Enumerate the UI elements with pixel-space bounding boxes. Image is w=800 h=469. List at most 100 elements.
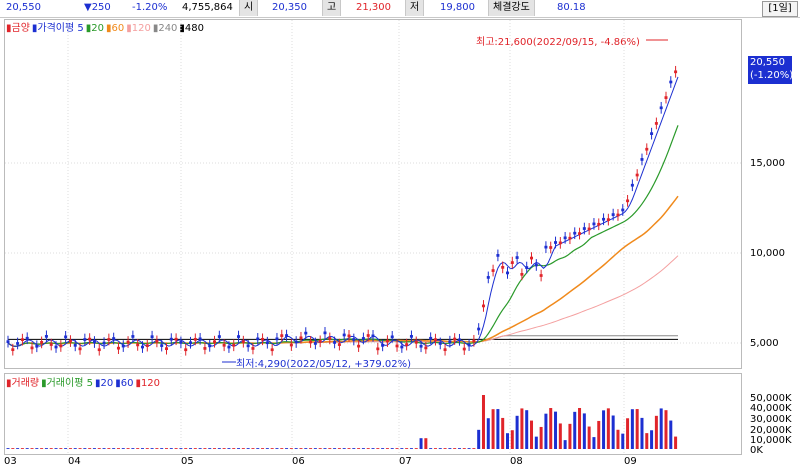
volume-bar	[414, 448, 418, 449]
candle-body	[309, 340, 313, 344]
candle-body	[429, 336, 433, 340]
volume-bar	[626, 418, 630, 449]
candle-body	[597, 222, 601, 226]
volume-bar	[433, 448, 437, 449]
candle-body	[419, 344, 423, 348]
candle-body	[313, 342, 317, 345]
volume-bar	[491, 409, 495, 449]
volume-bar	[44, 448, 48, 449]
candle-body	[592, 222, 596, 226]
candle-body	[477, 327, 481, 331]
candle-body	[376, 347, 380, 351]
candle-body	[184, 348, 188, 352]
volume-bar	[116, 448, 120, 449]
volume-bar	[270, 448, 274, 449]
volume-bar	[525, 410, 529, 449]
candle-body	[486, 276, 490, 279]
candle-body	[525, 266, 529, 269]
candle-body	[323, 331, 327, 335]
candle-body	[64, 335, 68, 339]
candle-body	[198, 337, 202, 341]
stock-chart-canvas[interactable]	[0, 0, 800, 469]
volume-bar	[126, 448, 130, 449]
volume-bar	[501, 417, 505, 449]
volume-bar	[385, 448, 389, 449]
volume-bar	[621, 433, 625, 449]
candle-body	[213, 340, 217, 344]
volume-bar	[92, 448, 96, 449]
volume-bar	[563, 440, 567, 449]
candle-body	[558, 241, 562, 245]
candle-body	[366, 334, 370, 337]
volume-bar	[467, 448, 471, 449]
volume-bar	[208, 448, 212, 449]
candle-body	[515, 256, 519, 259]
volume-bar	[323, 448, 327, 449]
candle-body	[251, 347, 255, 350]
volume-bar	[674, 436, 678, 449]
volume-bar	[419, 438, 423, 449]
candle-body	[25, 336, 29, 340]
volume-bar	[150, 448, 154, 449]
candle-body	[121, 344, 125, 348]
candle-body	[289, 343, 293, 347]
candle-body	[505, 271, 509, 275]
volume-bar	[11, 448, 15, 449]
volume-bar	[611, 415, 615, 449]
volume-bar	[597, 420, 601, 449]
candle-body	[626, 199, 630, 203]
volume-bar	[198, 448, 202, 449]
candle-body	[578, 232, 582, 235]
volume-bar	[515, 415, 519, 449]
volume-bar	[549, 408, 553, 449]
volume-bar	[659, 408, 663, 449]
volume-bar	[189, 448, 193, 449]
volume-bar	[256, 448, 260, 449]
volume-bar	[285, 448, 289, 449]
candle-body	[112, 337, 116, 340]
volume-bar	[112, 448, 116, 449]
volume-bar	[222, 448, 226, 449]
volume-bar	[371, 448, 375, 449]
volume-bar	[630, 409, 634, 449]
volume-bar	[49, 448, 53, 449]
volume-bar	[645, 433, 649, 449]
volume-bar	[347, 448, 351, 449]
volume-bar	[136, 448, 140, 449]
volume-bar	[342, 448, 346, 449]
candle-body	[164, 347, 168, 351]
candle-body	[664, 96, 668, 99]
volume-bar	[443, 448, 447, 449]
volume-bar	[217, 448, 221, 449]
candle-body	[438, 342, 442, 345]
candle-body	[640, 158, 644, 161]
candle-body	[6, 340, 10, 343]
volume-bar	[251, 448, 255, 449]
candle-body	[232, 343, 236, 347]
candle-body	[333, 341, 337, 344]
volume-bar	[664, 410, 668, 449]
candle-body	[352, 338, 356, 341]
candle-body	[481, 304, 485, 308]
candle-body	[544, 245, 548, 249]
candle-body	[280, 334, 284, 337]
candle-body	[189, 341, 193, 345]
ma120-line	[7, 255, 679, 347]
candle-body	[150, 335, 154, 339]
candle-body	[116, 346, 120, 350]
volume-bar	[318, 448, 322, 449]
candle-body	[54, 345, 58, 349]
volume-bar	[376, 448, 380, 449]
candle-body	[136, 343, 140, 347]
volume-bar	[381, 448, 385, 449]
volume-bar	[35, 448, 39, 449]
volume-bar	[602, 410, 606, 449]
volume-bar	[30, 448, 34, 449]
candle-body	[573, 231, 577, 235]
volume-bar	[140, 448, 144, 449]
volume-bar	[97, 448, 101, 449]
candle-body	[534, 263, 538, 267]
volume-bar	[539, 426, 543, 449]
candle-body	[59, 344, 63, 348]
candle-body	[409, 335, 413, 338]
